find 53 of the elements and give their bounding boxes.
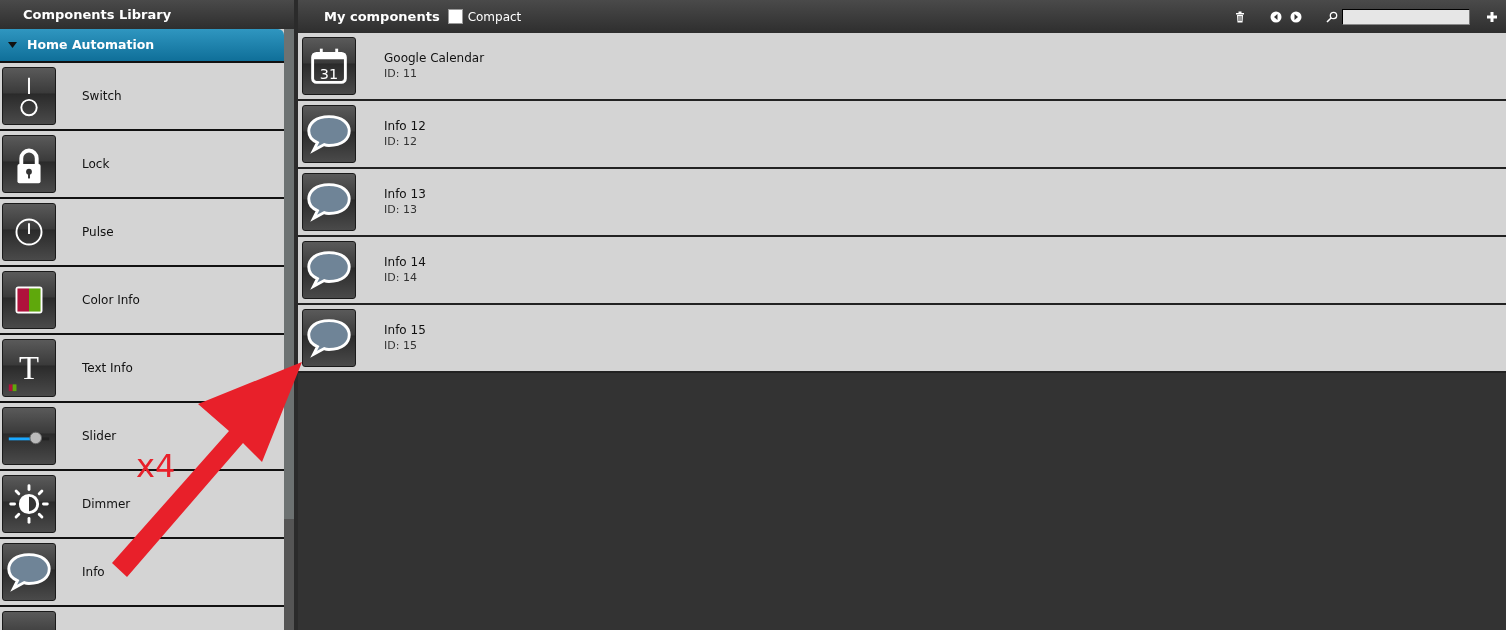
item-label: Pulse [82, 224, 114, 241]
component-id: ID: 14 [384, 269, 418, 286]
library-item[interactable]: Color Info [0, 265, 284, 333]
speech-bubble-icon [302, 309, 356, 367]
item-label: Color Info [82, 292, 140, 309]
component-name: Info 14 [384, 253, 426, 270]
trash-icon[interactable] [1234, 10, 1246, 23]
component-name: Info 12 [384, 117, 426, 134]
scrollbar[interactable] [284, 29, 294, 630]
library-item[interactable]: Pulse [0, 197, 284, 265]
category-header[interactable]: Home Automation [0, 29, 284, 61]
forward-icon[interactable] [1290, 10, 1302, 23]
category-label: Home Automation [27, 35, 155, 54]
component-name: Google Calendar [384, 49, 485, 66]
item-label: Lock [82, 156, 110, 173]
speech-bubble-icon [302, 173, 356, 231]
component-id: ID: 13 [384, 201, 418, 218]
power-icon [2, 203, 56, 261]
speech-bubble-icon [2, 543, 56, 601]
library-item[interactable]: Lock [0, 129, 284, 197]
item-label: Switch [82, 88, 122, 105]
component-row[interactable]: Info 15 ID: 15 [298, 305, 1506, 373]
component-row[interactable]: Info 14 ID: 14 [298, 237, 1506, 305]
panel-title: Components Library [0, 0, 294, 29]
sun-icon [2, 475, 56, 533]
item-label: Dimmer [82, 496, 131, 513]
component-row[interactable]: Info 12 ID: 12 [298, 101, 1506, 169]
switch-icon [2, 67, 56, 125]
back-icon[interactable] [1270, 10, 1282, 23]
search-icon[interactable] [1326, 10, 1338, 23]
slider-icon [2, 407, 56, 465]
library-item[interactable]: Switch [0, 61, 284, 129]
component-row[interactable]: 31 Google Calendar ID: 11 [298, 33, 1506, 101]
component-id: ID: 11 [384, 65, 418, 82]
speech-bubble-icon [302, 105, 356, 163]
component-row[interactable]: Info 13 ID: 13 [298, 169, 1506, 237]
speech-bubble-icon [302, 241, 356, 299]
panel-title: My components [324, 7, 440, 26]
scrollbar-thumb[interactable] [284, 29, 294, 519]
color-squares-icon [2, 271, 56, 329]
item-label: Info [82, 564, 105, 581]
compact-checkbox[interactable]: Compact [447, 7, 522, 26]
component-id: ID: 15 [384, 337, 418, 354]
letter-icon: T [2, 339, 56, 397]
search-field[interactable] [1342, 8, 1470, 25]
calendar-icon: 31 [302, 37, 356, 95]
component-name: Info 13 [384, 185, 426, 202]
padlock-icon [2, 135, 56, 193]
item-label: Text Info [82, 360, 133, 377]
component-name: Info 15 [384, 321, 426, 338]
plus-icon[interactable] [1486, 10, 1498, 23]
component-id: ID: 12 [384, 133, 418, 150]
item-label: Slider [82, 428, 117, 445]
